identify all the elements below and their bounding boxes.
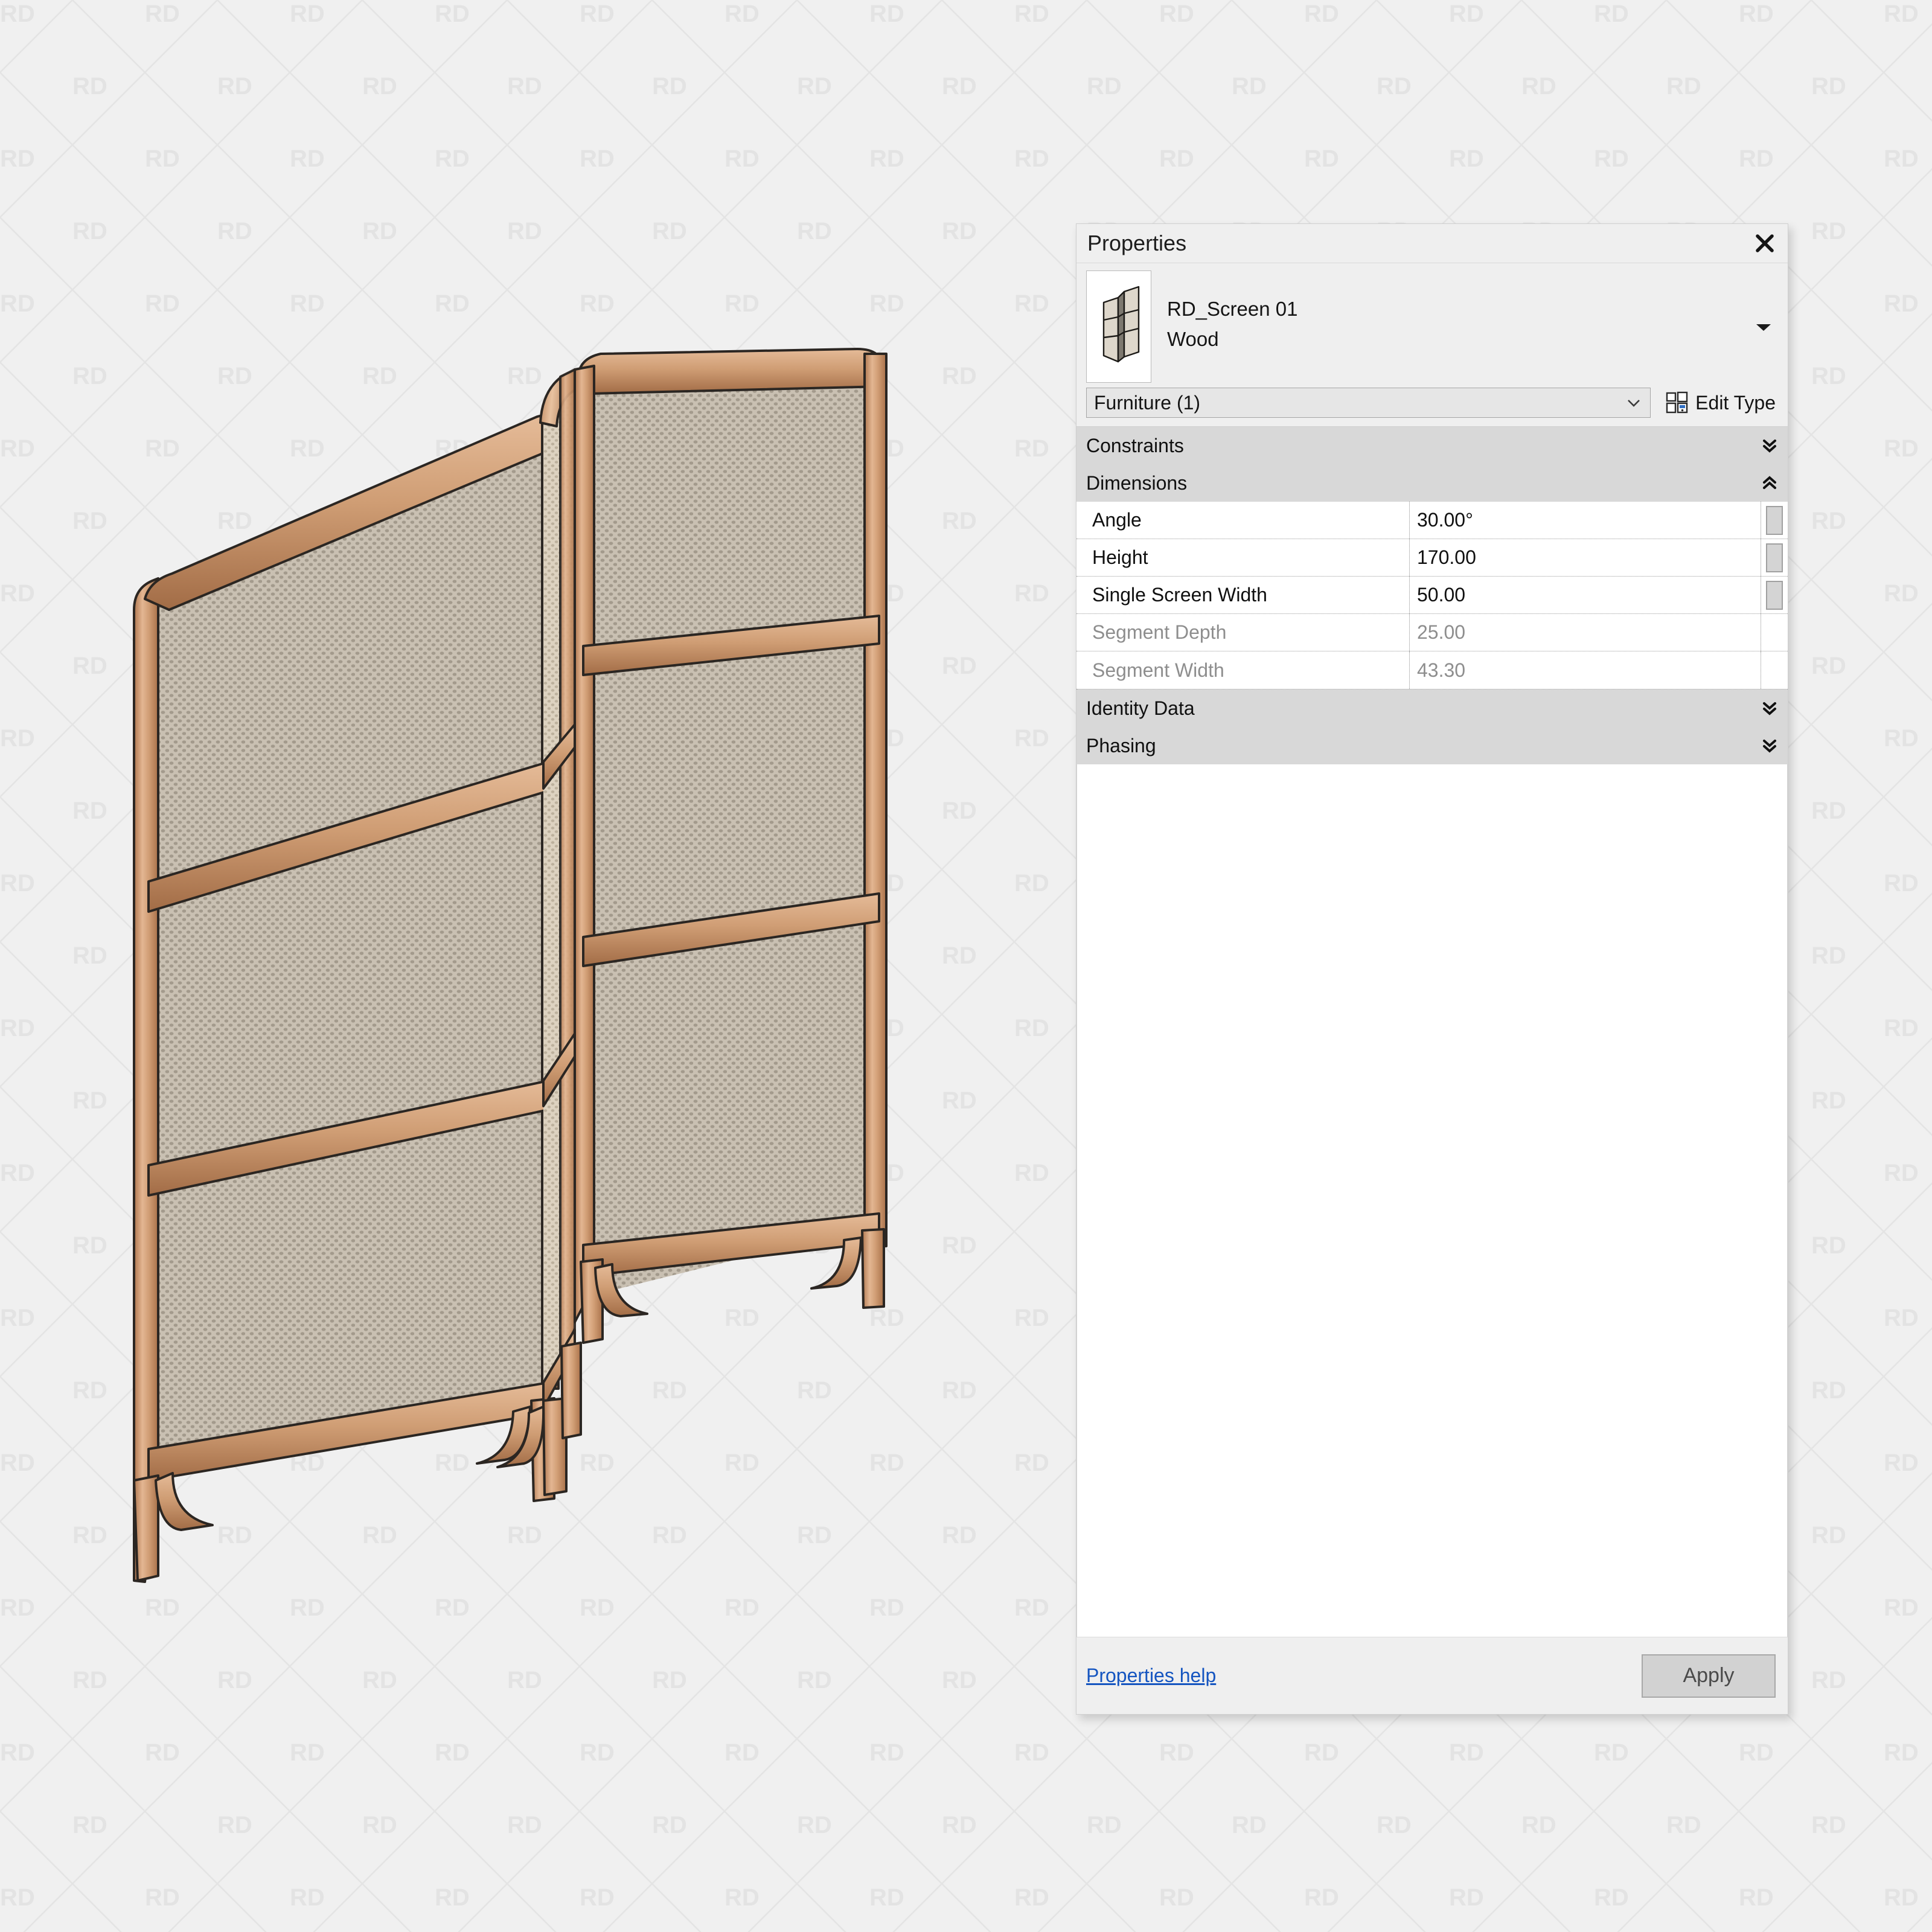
table-row: Segment Depth 25.00	[1076, 614, 1788, 651]
type-thumbnail	[1086, 270, 1151, 383]
type-family-label: RD_Screen 01	[1167, 298, 1298, 320]
close-icon[interactable]	[1751, 230, 1778, 257]
type-names: RD_Screen 01 Wood	[1167, 270, 1748, 351]
group-header-dimensions[interactable]: Dimensions	[1076, 464, 1788, 502]
chevron-up-double-icon[interactable]	[1758, 471, 1782, 495]
table-row[interactable]: Single Screen Width 50.00	[1076, 577, 1788, 614]
parameter-button-cell	[1761, 539, 1788, 576]
chevron-down-icon	[1623, 392, 1644, 413]
panel-empty-area	[1076, 764, 1788, 1637]
parameter-name: Single Screen Width	[1076, 577, 1410, 613]
parameter-name: Segment Depth	[1076, 614, 1410, 651]
panel-footer: Properties help Apply	[1076, 1637, 1788, 1714]
table-row[interactable]: Angle 30.00°	[1076, 502, 1788, 539]
type-header: RD_Screen 01 Wood	[1076, 263, 1788, 384]
properties-palette: Properties RD_Screen 01 Wood Furniture (…	[1076, 223, 1788, 1715]
type-selector-dropdown-icon[interactable]	[1748, 270, 1779, 383]
parameter-value[interactable]: 30.00°	[1410, 502, 1761, 539]
group-header-phasing[interactable]: Phasing	[1076, 727, 1788, 764]
chevron-down-double-icon[interactable]	[1758, 696, 1782, 720]
apply-button[interactable]: Apply	[1642, 1654, 1776, 1698]
parameter-value[interactable]: 170.00	[1410, 539, 1761, 576]
group-header-label: Phasing	[1086, 734, 1156, 756]
panel-body: RD_Screen 01 Wood Furniture (1) Edit Typ…	[1076, 263, 1788, 1714]
table-row: Segment Width 43.30	[1076, 651, 1788, 689]
group-header-constraints[interactable]: Constraints	[1076, 427, 1788, 464]
edit-type-label: Edit Type	[1695, 391, 1776, 414]
parameter-value[interactable]: 50.00	[1410, 577, 1761, 613]
group-header-identity-data[interactable]: Identity Data	[1076, 689, 1788, 727]
properties-help-link[interactable]: Properties help	[1086, 1665, 1642, 1687]
group-header-label: Dimensions	[1086, 472, 1188, 494]
parameter-button-cell	[1761, 614, 1788, 651]
category-select[interactable]: Furniture (1)	[1086, 388, 1651, 418]
type-name-label: Wood	[1167, 328, 1219, 351]
parameter-button-cell	[1761, 577, 1788, 613]
category-row: Furniture (1) Edit Type	[1076, 384, 1788, 421]
parameter-button-cell	[1761, 502, 1788, 539]
edit-type-icon	[1665, 391, 1689, 415]
associate-parameter-button[interactable]	[1766, 505, 1783, 535]
associate-parameter-button[interactable]	[1766, 543, 1783, 572]
room-divider-illustration	[133, 348, 888, 1583]
page-title: Properties	[1087, 231, 1187, 255]
chevron-down-double-icon[interactable]	[1758, 734, 1782, 758]
parameter-value: 25.00	[1410, 614, 1761, 651]
parameter-button-cell	[1761, 651, 1788, 689]
group-header-label: Identity Data	[1086, 697, 1195, 719]
edit-type-button[interactable]: Edit Type	[1662, 389, 1779, 416]
parameter-value: 43.30	[1410, 651, 1761, 689]
panel-titlebar: Properties	[1076, 224, 1788, 263]
parameter-name: Angle	[1076, 502, 1410, 539]
table-row[interactable]: Height 170.00	[1076, 539, 1788, 577]
category-select-label: Furniture (1)	[1094, 391, 1201, 414]
chevron-down-double-icon[interactable]	[1758, 433, 1782, 458]
parameter-rows: Angle 30.00° Height 170.00 Single Screen Wid…	[1076, 502, 1788, 689]
parameter-name: Height	[1076, 539, 1410, 576]
parameter-table: Constraints Dimensions Angle 30.00° Height 17…	[1076, 426, 1788, 764]
group-header-label: Constraints	[1086, 434, 1184, 456]
associate-parameter-button[interactable]	[1766, 580, 1783, 610]
parameter-name: Segment Width	[1076, 651, 1410, 689]
